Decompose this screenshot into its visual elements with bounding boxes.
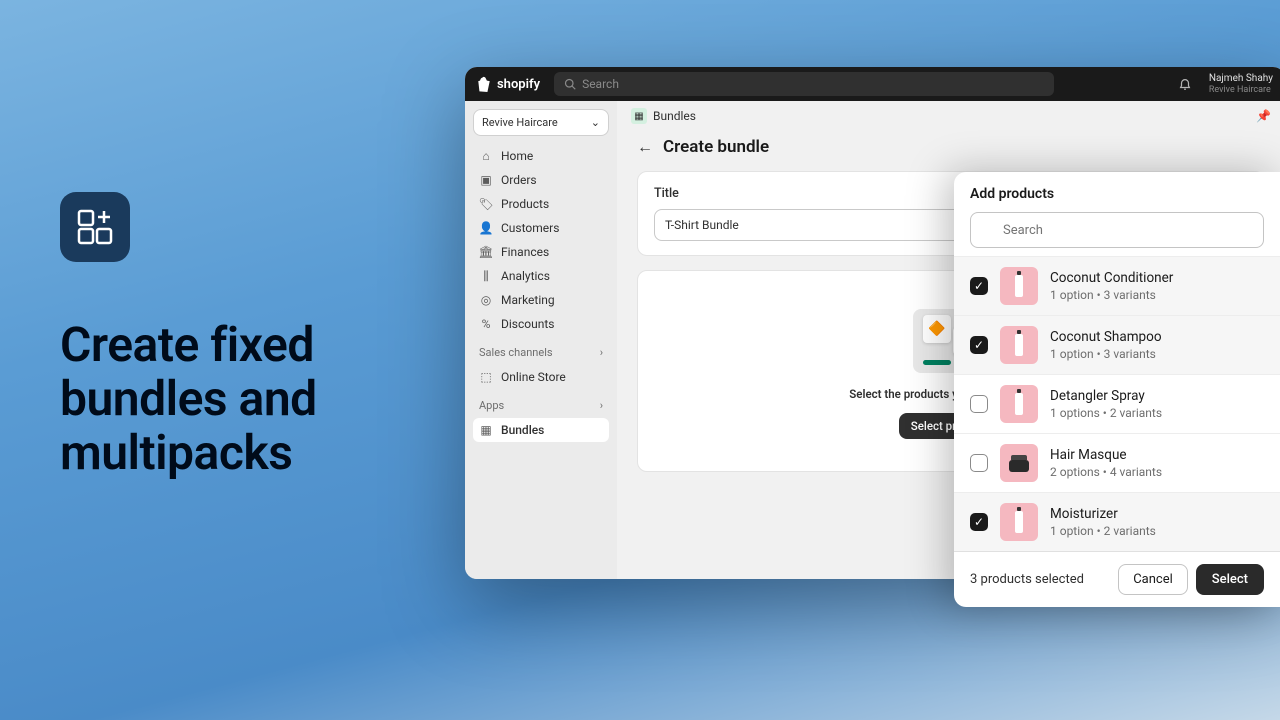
sidebar-item-customers[interactable]: 👤Customers [473, 216, 609, 240]
product-name: Hair Masque [1050, 447, 1264, 465]
sidebar-item-analytics[interactable]: ⫼Analytics [473, 264, 609, 288]
bundles-app-icon: ▦ [631, 108, 647, 124]
product-thumbnail [1000, 326, 1038, 364]
marketing-icon: ◎ [479, 293, 493, 307]
product-thumbnail [1000, 267, 1038, 305]
sidebar-item-home[interactable]: ⌂Home [473, 144, 609, 168]
store-icon: ⬚ [479, 370, 493, 384]
product-checkbox[interactable]: ✓ [970, 277, 988, 295]
customers-icon: 👤 [479, 221, 493, 235]
sidebar: Revive Haircare ⌄ ⌂Home▣Orders🏷Products👤… [465, 101, 617, 579]
sidebar-item-discounts[interactable]: %Discounts [473, 312, 609, 336]
search-icon [564, 78, 576, 90]
product-row[interactable]: ✓ Coconut Conditioner1 option • 3 variant… [954, 256, 1280, 315]
product-meta: 1 option • 3 variants [1050, 288, 1264, 302]
pin-button[interactable]: 📌 [1256, 109, 1271, 123]
user-menu[interactable]: Najmeh Shahy Revive Haircare [1209, 73, 1273, 96]
orders-icon: ▣ [479, 173, 493, 187]
chevron-right-icon: › [600, 399, 603, 412]
select-button[interactable]: Select [1196, 564, 1264, 595]
page-title: Create bundle [663, 137, 769, 157]
product-row[interactable]: Detangler Spray1 options • 2 variants [954, 374, 1280, 433]
add-products-modal: Add products ✓Coconut Conditioner1 optio… [954, 172, 1280, 607]
topbar: shopify Search Najmeh Shahy Revive Hairc… [465, 67, 1280, 101]
home-icon: ⌂ [479, 149, 493, 163]
product-name: Coconut Shampoo [1050, 329, 1264, 347]
sidebar-item-products[interactable]: 🏷Products [473, 192, 609, 216]
product-thumbnail [1000, 385, 1038, 423]
apps-header[interactable]: Apps› [473, 393, 609, 418]
chevron-right-icon: › [600, 346, 603, 359]
chevron-down-icon: ⌄ [591, 116, 600, 129]
product-name: Detangler Spray [1050, 388, 1264, 406]
shopify-logo-icon [477, 76, 491, 92]
product-row[interactable]: ✓ Coconut Shampoo1 option • 3 variants [954, 315, 1280, 374]
analytics-icon: ⫼ [479, 269, 493, 283]
product-search-input[interactable] [970, 212, 1264, 248]
sidebar-item-online-store[interactable]: ⬚Online Store [473, 365, 609, 389]
bundles-icon: ▦ [479, 423, 493, 437]
finances-icon: 🏛 [479, 245, 493, 259]
product-meta: 1 option • 2 variants [1050, 524, 1264, 538]
product-meta: 2 options • 4 variants [1050, 465, 1264, 479]
product-checkbox[interactable] [970, 454, 988, 472]
product-thumbnail [1000, 444, 1038, 482]
app-icon [60, 192, 130, 262]
product-checkbox[interactable]: ✓ [970, 336, 988, 354]
discounts-icon: % [479, 317, 493, 331]
product-checkbox[interactable] [970, 395, 988, 413]
product-row[interactable]: Hair Masque2 options • 4 variants [954, 433, 1280, 492]
sidebar-item-orders[interactable]: ▣Orders [473, 168, 609, 192]
product-meta: 1 option • 3 variants [1050, 347, 1264, 361]
back-button[interactable]: ← [637, 137, 653, 157]
cancel-button[interactable]: Cancel [1118, 564, 1188, 595]
product-thumbnail [1000, 503, 1038, 541]
breadcrumb: ▦ Bundles 📌 [617, 101, 1280, 131]
product-checkbox[interactable]: ✓ [970, 513, 988, 531]
product-row[interactable]: ✓ Moisturizer1 option • 2 variants [954, 492, 1280, 551]
selected-count: 3 products selected [970, 572, 1084, 587]
sidebar-item-marketing[interactable]: ◎Marketing [473, 288, 609, 312]
brand: shopify [477, 76, 540, 92]
notifications-button[interactable] [1173, 72, 1197, 96]
sales-channels-header[interactable]: Sales channels› [473, 340, 609, 365]
product-meta: 1 options • 2 variants [1050, 406, 1264, 420]
product-name: Moisturizer [1050, 506, 1264, 524]
products-icon: 🏷 [479, 197, 493, 211]
bell-icon [1178, 77, 1192, 91]
modal-title: Add products [954, 172, 1280, 212]
store-selector[interactable]: Revive Haircare ⌄ [473, 109, 609, 136]
promo-headline: Create fixed bundles and multipacks [60, 318, 317, 479]
sidebar-item-bundles[interactable]: ▦Bundles [473, 418, 609, 442]
product-name: Coconut Conditioner [1050, 270, 1264, 288]
global-search[interactable]: Search [554, 72, 1054, 96]
sidebar-item-finances[interactable]: 🏛Finances [473, 240, 609, 264]
